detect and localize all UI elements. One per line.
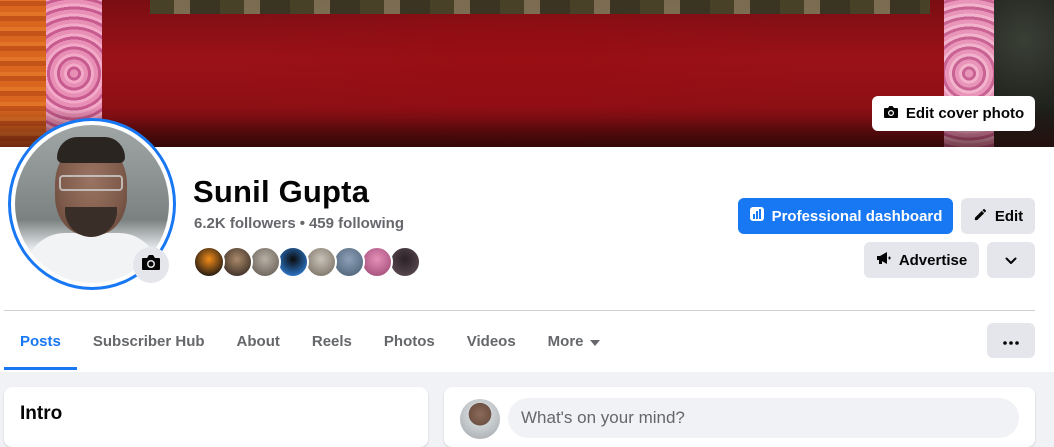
chevron-down-icon bbox=[1005, 252, 1017, 269]
follow-stats: 6.2K followers • 459 following bbox=[194, 215, 404, 232]
profile-tabs: Posts Subscriber Hub About Reels Photos … bbox=[4, 312, 610, 370]
tab-subscriber-hub[interactable]: Subscriber Hub bbox=[77, 312, 221, 370]
megaphone-icon bbox=[876, 251, 892, 269]
cover-flower-border bbox=[150, 0, 930, 14]
tab-posts[interactable]: Posts bbox=[4, 312, 77, 370]
more-options-button[interactable] bbox=[987, 242, 1035, 278]
edit-cover-photo-button[interactable]: Edit cover photo bbox=[872, 96, 1035, 131]
friend-avatar[interactable] bbox=[221, 246, 253, 278]
update-profile-picture-button[interactable] bbox=[133, 247, 169, 283]
friend-avatar[interactable] bbox=[361, 246, 393, 278]
followers-count[interactable]: 6.2K followers bbox=[194, 215, 296, 232]
friend-avatar[interactable] bbox=[389, 246, 421, 278]
professional-dashboard-button[interactable]: Professional dashboard bbox=[738, 198, 953, 234]
advertise-label: Advertise bbox=[898, 251, 968, 269]
camera-icon bbox=[883, 105, 899, 123]
friend-avatar[interactable] bbox=[249, 246, 281, 278]
intro-card: Intro bbox=[4, 387, 428, 447]
advertise-button[interactable]: Advertise bbox=[864, 242, 979, 278]
tab-about[interactable]: About bbox=[221, 312, 296, 370]
separator-dot: • bbox=[299, 215, 305, 232]
dashboard-icon bbox=[749, 206, 765, 226]
friend-avatar[interactable] bbox=[277, 246, 309, 278]
friend-avatar[interactable] bbox=[333, 246, 365, 278]
tab-photos[interactable]: Photos bbox=[368, 312, 451, 370]
intro-title: Intro bbox=[20, 403, 63, 424]
tab-videos[interactable]: Videos bbox=[451, 312, 532, 370]
whats-on-your-mind-input[interactable]: What's on your mind? bbox=[508, 398, 1019, 438]
friend-avatar[interactable] bbox=[305, 246, 337, 278]
tab-reels[interactable]: Reels bbox=[296, 312, 368, 370]
edit-profile-button[interactable]: Edit bbox=[961, 198, 1035, 234]
tab-more[interactable]: More bbox=[532, 312, 610, 370]
following-count[interactable]: 459 following bbox=[309, 215, 404, 232]
post-composer: What's on your mind? bbox=[444, 387, 1035, 447]
edit-cover-photo-label: Edit cover photo bbox=[905, 105, 1025, 122]
friend-avatar[interactable] bbox=[193, 246, 225, 278]
professional-dashboard-label: Professional dashboard bbox=[771, 207, 943, 225]
camera-icon bbox=[141, 254, 161, 277]
pencil-icon bbox=[973, 207, 988, 226]
composer-avatar[interactable] bbox=[460, 399, 500, 439]
caret-down-icon bbox=[589, 333, 600, 350]
friend-avatars bbox=[193, 246, 421, 278]
tabs-more-button[interactable] bbox=[987, 323, 1035, 358]
edit-label: Edit bbox=[994, 207, 1024, 225]
profile-name: Sunil Gupta bbox=[193, 174, 370, 209]
ellipsis-icon bbox=[1003, 332, 1019, 350]
header-divider bbox=[4, 310, 1035, 311]
